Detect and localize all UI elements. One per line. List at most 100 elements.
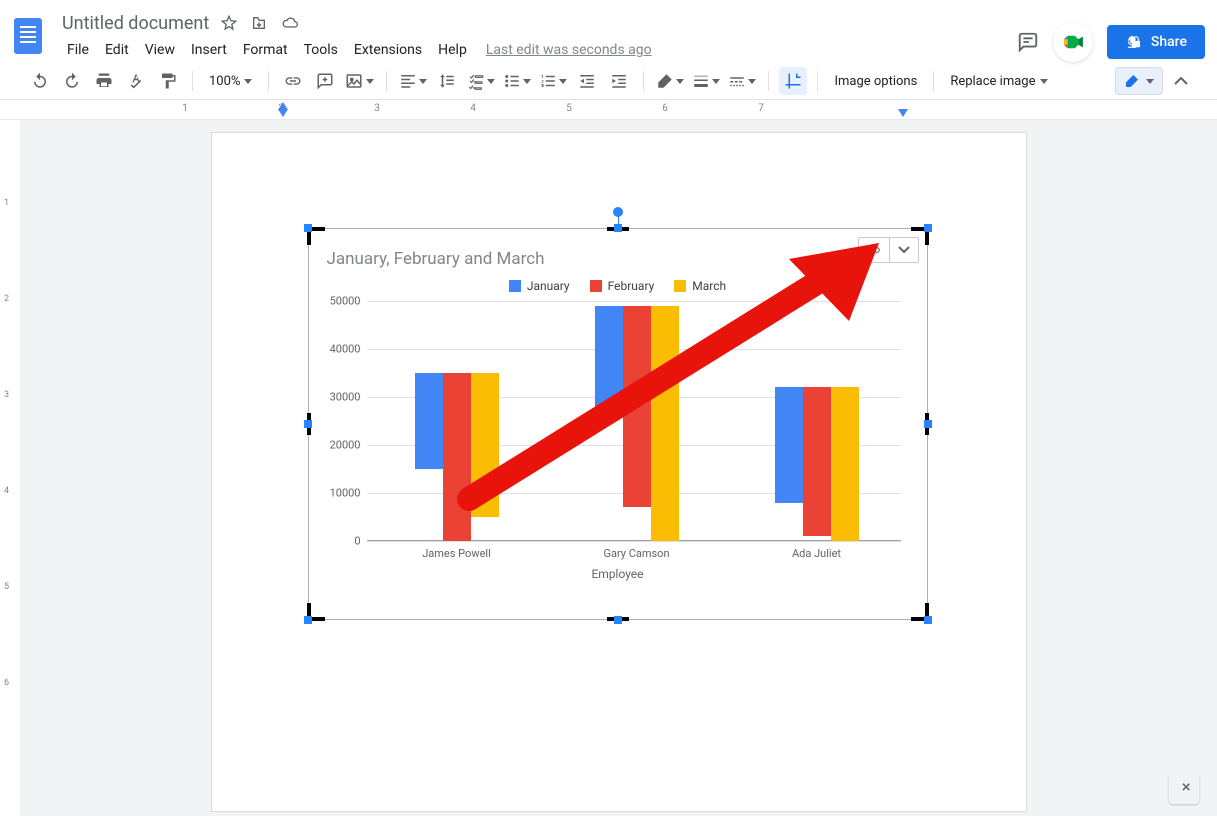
document-title[interactable]: Untitled document [62, 13, 209, 34]
bulleted-list-button[interactable] [501, 67, 533, 95]
hide-menus-button[interactable] [1167, 67, 1195, 95]
move-icon[interactable] [251, 15, 267, 31]
ruler-tick: 5 [566, 103, 572, 114]
menu-insert[interactable]: Insert [184, 38, 234, 62]
legend-swatch [674, 280, 686, 292]
legend-label: February [608, 279, 655, 293]
bar-group [595, 306, 679, 541]
y-tick-label: 50000 [330, 295, 367, 308]
rotate-handle[interactable] [613, 207, 623, 217]
replace-image-button[interactable]: Replace image [944, 67, 1053, 95]
embedded-chart[interactable]: January, February and March January Febru… [308, 228, 928, 620]
horizontal-ruler[interactable]: 1234567 [0, 100, 1217, 120]
bar [803, 387, 831, 536]
print-button[interactable] [90, 67, 118, 95]
legend-swatch [509, 280, 521, 292]
chart-x-axis-label: Employee [327, 567, 909, 581]
insert-image-button[interactable] [343, 67, 376, 95]
redo-button[interactable] [58, 67, 86, 95]
ruler-tick: 4 [470, 103, 476, 114]
add-comment-button[interactable] [311, 67, 339, 95]
y-tick-label: 30000 [330, 391, 367, 404]
legend-label: January [527, 279, 570, 293]
comment-history-icon[interactable] [1017, 31, 1039, 53]
image-options-button[interactable]: Image options [828, 67, 923, 95]
ruler-tick: 5 [4, 582, 9, 592]
menu-view[interactable]: View [138, 38, 182, 62]
link-icon[interactable] [859, 238, 889, 262]
ruler-tick: 6 [662, 103, 668, 114]
editing-mode-button[interactable] [1115, 67, 1163, 95]
decrease-indent-button[interactable] [573, 67, 601, 95]
page: January, February and March January Febru… [211, 132, 1027, 812]
star-icon[interactable] [221, 15, 237, 31]
zoom-select[interactable]: 100% [203, 67, 258, 95]
ruler-tick: 2 [4, 294, 9, 304]
ruler-tick: 7 [758, 103, 764, 114]
bar [831, 387, 859, 541]
explore-button[interactable] [1169, 774, 1199, 804]
legend-item: March [674, 279, 726, 293]
bar [775, 387, 803, 502]
chart-content: January, February and March January Febru… [309, 229, 927, 619]
ruler-tick: 1 [4, 198, 9, 208]
align-button[interactable] [397, 67, 429, 95]
linked-chart-chip[interactable] [858, 237, 919, 263]
chart-legend: January February March [327, 279, 909, 293]
crop-image-button[interactable] [779, 67, 807, 95]
border-weight-button[interactable] [690, 67, 722, 95]
menu-file[interactable]: File [60, 38, 96, 62]
border-dash-button[interactable] [726, 67, 758, 95]
legend-item: February [590, 279, 655, 293]
cloud-status-icon[interactable] [281, 15, 299, 31]
meet-icon[interactable] [1053, 22, 1093, 62]
x-tick-label: Gary Camson [603, 541, 669, 560]
legend-swatch [590, 280, 602, 292]
legend-label: March [692, 279, 726, 293]
ruler-tick: 6 [4, 678, 9, 688]
paint-format-button[interactable] [154, 67, 182, 95]
bar-group [415, 373, 499, 541]
y-tick-label: 20000 [330, 439, 367, 452]
menu-extensions[interactable]: Extensions [347, 38, 429, 62]
x-tick-label: James Powell [422, 541, 491, 560]
x-tick-label: Ada Juliet [792, 541, 841, 560]
menu-edit[interactable]: Edit [98, 38, 136, 62]
checklist-button[interactable] [465, 67, 497, 95]
numbered-list-button[interactable] [537, 67, 569, 95]
undo-button[interactable] [26, 67, 54, 95]
bar [623, 306, 651, 508]
bar [471, 373, 499, 517]
share-button[interactable]: Share [1107, 25, 1205, 59]
legend-item: January [509, 279, 570, 293]
y-tick-label: 0 [354, 535, 366, 548]
ruler-tick: 3 [374, 103, 380, 114]
last-edit-link[interactable]: Last edit was seconds ago [486, 38, 652, 62]
bar [415, 373, 443, 469]
toolbar: 100% Image options Replace image [0, 62, 1217, 100]
bar [595, 306, 623, 412]
docs-logo-icon[interactable] [8, 10, 48, 62]
chevron-down-icon[interactable] [889, 238, 918, 262]
chart-plot-area: 01000020000300004000050000James PowellGa… [367, 301, 901, 541]
bar-group [775, 387, 859, 541]
chart-title: January, February and March [327, 249, 909, 269]
menu-tools[interactable]: Tools [297, 38, 345, 62]
vertical-ruler[interactable]: 123456 [0, 120, 16, 816]
ruler-tick: 4 [4, 486, 9, 496]
menu-help[interactable]: Help [431, 38, 474, 62]
menu-format[interactable]: Format [236, 38, 295, 62]
workspace: January, February and March January Febru… [20, 120, 1217, 816]
increase-indent-button[interactable] [605, 67, 633, 95]
title-bar: Untitled document File Edit View Insert … [0, 0, 1217, 62]
bar [443, 373, 471, 541]
ruler-tick: 1 [182, 103, 188, 114]
line-spacing-button[interactable] [433, 67, 461, 95]
bar [651, 306, 679, 541]
border-color-button[interactable] [654, 67, 686, 95]
spellcheck-button[interactable] [122, 67, 150, 95]
y-tick-label: 40000 [330, 343, 367, 356]
menu-bar: File Edit View Insert Format Tools Exten… [60, 38, 652, 62]
insert-link-button[interactable] [279, 67, 307, 95]
y-tick-label: 10000 [330, 487, 367, 500]
